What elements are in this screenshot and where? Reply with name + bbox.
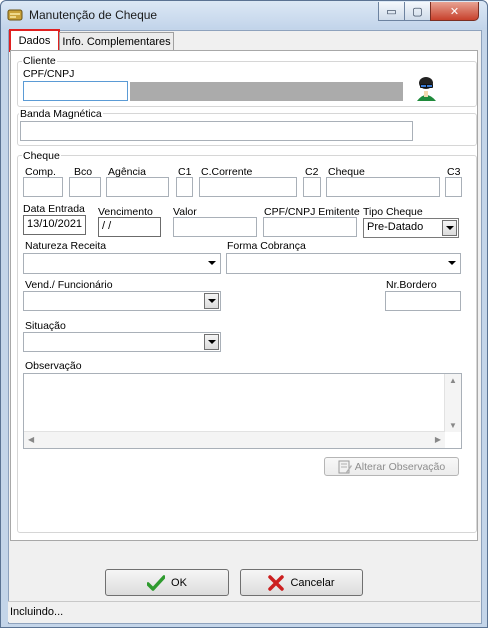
chevron-down-icon[interactable] — [204, 293, 219, 309]
vertical-scrollbar[interactable]: ▲ ▼ — [444, 374, 461, 432]
cliente-legend: Cliente — [22, 55, 57, 67]
cancel-button[interactable]: Cancelar — [240, 569, 363, 596]
search-client-icon[interactable] — [415, 76, 439, 102]
observacao-textarea[interactable]: ▲ ▼ ◀ ▶ — [23, 373, 462, 449]
minimize-icon: ▭ — [386, 5, 397, 18]
tipo-cheque-label: Tipo Cheque — [363, 206, 423, 218]
forma-cobranca-select[interactable] — [226, 253, 461, 274]
tab-info-label: Info. Complementares — [62, 36, 171, 48]
ccorrente-input[interactable] — [199, 177, 297, 197]
alterar-observacao-label: Alterar Observação — [354, 460, 446, 473]
chevron-down-icon[interactable] — [204, 334, 219, 350]
tipo-cheque-select[interactable]: Pre-Datado — [363, 218, 459, 238]
check-icon — [147, 574, 166, 591]
cheque-number-input[interactable] — [326, 177, 440, 197]
chevron-down-icon — [208, 261, 216, 265]
observacao-label: Observação — [25, 360, 82, 372]
natureza-receita-label: Natureza Receita — [25, 240, 107, 252]
tipo-cheque-value: Pre-Datado — [367, 221, 424, 233]
cpf-cnpj-label: CPF/CNPJ — [23, 68, 75, 80]
banda-magnetica-input[interactable] — [20, 121, 413, 141]
minimize-button[interactable]: ▭ — [378, 2, 405, 21]
tab-dados-label: Dados — [18, 34, 51, 47]
maximize-button[interactable]: ▢ — [404, 2, 431, 21]
c1-input[interactable] — [176, 177, 193, 197]
data-entrada-input[interactable]: 13/10/2021 — [23, 215, 86, 235]
scroll-left-icon[interactable]: ◀ — [28, 435, 34, 444]
cpf-cnpj-input[interactable] — [23, 81, 128, 101]
cancel-label: Cancelar — [290, 576, 335, 589]
nr-bordero-label: Nr.Bordero — [386, 279, 437, 291]
scroll-right-icon[interactable]: ▶ — [435, 435, 441, 444]
natureza-receita-select[interactable] — [23, 253, 221, 274]
close-icon: ✕ — [449, 5, 460, 18]
scroll-down-icon[interactable]: ▼ — [449, 421, 457, 430]
vend-funcionario-label: Vend./ Funcionário — [25, 279, 113, 291]
chevron-down-icon — [448, 261, 456, 265]
status-text: Incluindo... — [10, 606, 64, 618]
cliente-name-field — [130, 82, 403, 101]
ok-label: OK — [171, 576, 187, 589]
c2-input[interactable] — [303, 177, 321, 197]
situacao-label: Situação — [25, 320, 66, 332]
valor-input[interactable] — [173, 217, 257, 237]
chevron-down-icon[interactable] — [442, 220, 457, 236]
data-entrada-label: Data Entrada — [23, 203, 85, 215]
vencimento-input[interactable]: / / — [98, 217, 161, 237]
close-button[interactable]: ✕ — [430, 2, 479, 21]
c3-input[interactable] — [445, 177, 462, 197]
window-title: Manutenção de Cheque — [29, 8, 158, 22]
horizontal-scrollbar[interactable]: ◀ ▶ — [24, 431, 445, 448]
comp-input[interactable] — [23, 177, 63, 197]
forma-cobranca-label: Forma Cobrança — [227, 240, 306, 252]
bco-input[interactable] — [69, 177, 101, 197]
maximize-icon: ▢ — [412, 5, 423, 18]
scroll-up-icon[interactable]: ▲ — [449, 376, 457, 385]
tab-info-complementares[interactable]: Info. Complementares — [59, 32, 174, 51]
cancel-x-icon — [268, 574, 285, 591]
situacao-select[interactable] — [23, 332, 221, 352]
alterar-observacao-button[interactable]: Alterar Observação — [324, 457, 459, 476]
banda-legend: Banda Magnética — [19, 108, 103, 120]
cheque-legend: Cheque — [22, 150, 61, 162]
cpf-emitente-input[interactable] — [263, 217, 357, 237]
status-bar: Incluindo... — [8, 601, 480, 622]
nr-bordero-input[interactable] — [385, 291, 461, 311]
tab-dados[interactable]: Dados — [9, 29, 60, 52]
vend-funcionario-select[interactable] — [23, 291, 221, 311]
app-cheque-icon — [7, 9, 23, 21]
edit-note-icon — [338, 460, 352, 473]
agencia-input[interactable] — [106, 177, 169, 197]
title-bar: Manutenção de Cheque ▭ ▢ ✕ — [1, 1, 487, 29]
ok-button[interactable]: OK — [105, 569, 229, 596]
